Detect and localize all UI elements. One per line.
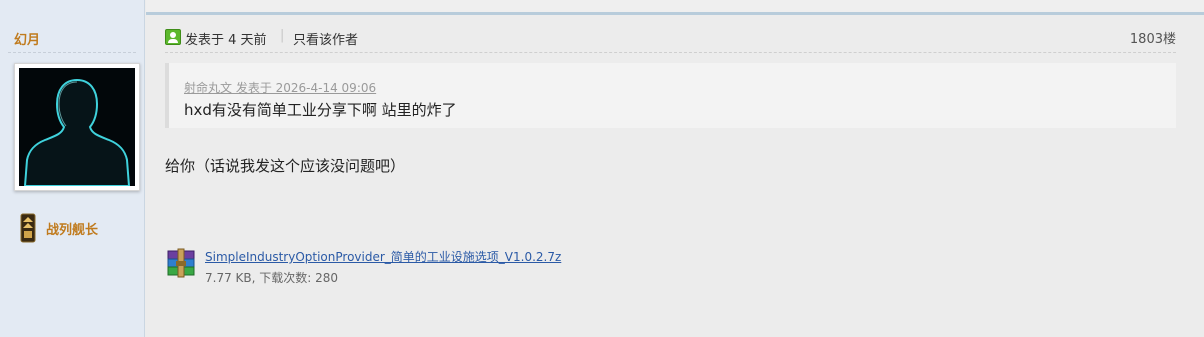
avatar-silhouette-icon [19,68,135,186]
rank-row: 战列舰长 [20,213,98,243]
winrar-archive-icon [167,248,195,278]
author-separator [8,52,136,53]
rank-badge-icon [20,213,36,243]
top-rule [146,12,1204,15]
quote-text: hxd有没有简单工业分享下啊 站里的炸了 [184,101,457,119]
quote-meta[interactable]: 射命丸文 发表于 2026-4-14 09:06 [184,79,376,96]
online-status-icon [165,29,181,45]
top-strip [146,0,1204,12]
post-time: 发表于 4 天前 [185,33,267,48]
author-name[interactable]: 幻月 [14,29,40,48]
floor-number[interactable]: 1803楼 [1130,28,1176,47]
post-header: 发表于 4 天前 | 只看该作者 1803楼 [165,27,1176,53]
rank-label: 战列舰长 [46,222,99,238]
post-body-text: 给你（话说我发这个应该没问题吧） [165,157,406,175]
attachment-filename-link[interactable]: SimpleIndustryOptionProvider_简单的工业设施选项_V… [205,248,561,265]
quote-block: 射命丸文 发表于 2026-4-14 09:06 hxd有没有简单工业分享下啊 … [165,63,1176,128]
only-author-link[interactable]: 只看该作者 [293,29,358,48]
avatar[interactable] [14,63,140,191]
attachment-info: 7.77 KB, 下载次数: 280 [205,271,339,285]
header-divider: | [280,28,285,43]
author-sidebar: 幻月 战列舰长 [0,0,145,337]
